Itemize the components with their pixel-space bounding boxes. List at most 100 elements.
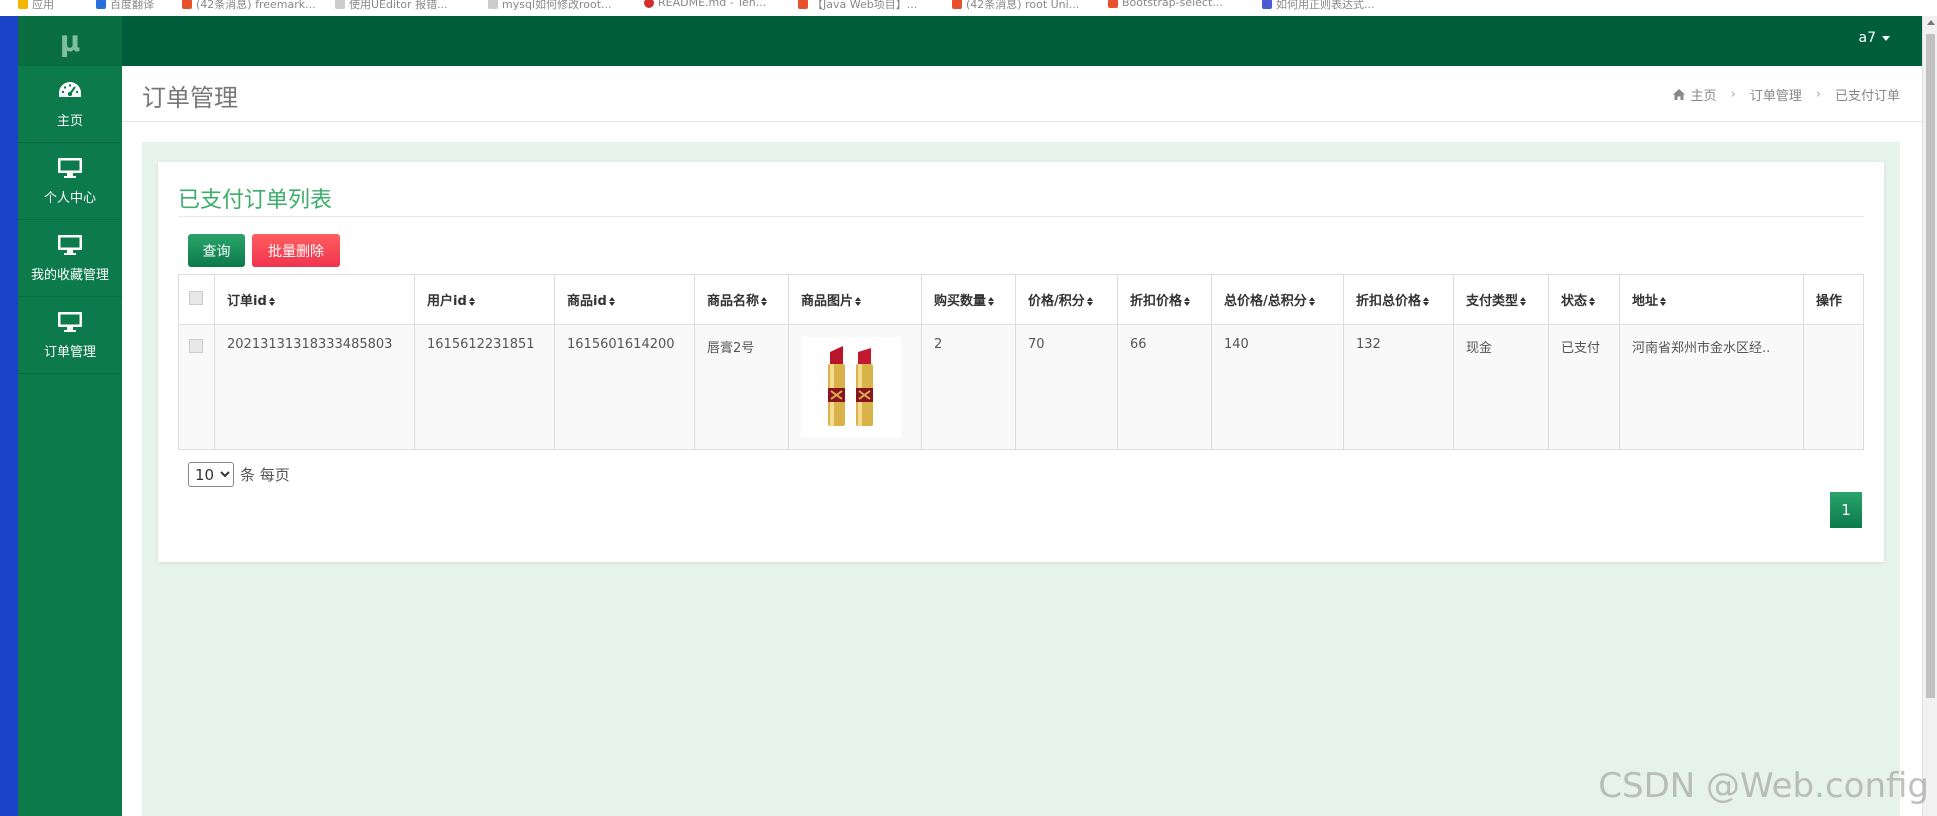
top-navbar: a7 — [122, 16, 1922, 66]
breadcrumb-home[interactable]: 主页 — [1691, 85, 1717, 104]
page-icon — [335, 0, 345, 9]
col-header-product-id[interactable]: 商品id — [554, 274, 695, 325]
col-header-discount-price[interactable]: 折扣价格 — [1117, 274, 1212, 325]
sidebar-item-orders[interactable]: 订单管理 — [18, 297, 122, 374]
translate-icon — [96, 0, 106, 9]
col-header-pay-type[interactable]: 支付类型 — [1453, 274, 1549, 325]
scroll-up-icon[interactable] — [1927, 20, 1935, 25]
sidebar-item-label: 个人中心 — [43, 190, 96, 206]
page-title: 订单管理 — [142, 84, 238, 112]
bookmark-item[interactable]: Bootstrap-select... — [1108, 0, 1223, 9]
sort-icon — [608, 297, 616, 306]
col-header-total-price[interactable]: 总价格/总积分 — [1211, 274, 1344, 325]
col-header-discount-total[interactable]: 折扣总价格 — [1343, 274, 1454, 325]
select-all-checkbox[interactable] — [189, 290, 203, 305]
query-button[interactable]: 查询 — [188, 234, 245, 267]
row-checkbox[interactable] — [189, 339, 203, 353]
caret-down-icon — [1882, 35, 1890, 41]
page-header: 订单管理 主页 › 订单管理 › 已支付订单 — [122, 66, 1922, 122]
sidebar-item-home[interactable]: 主页 — [18, 66, 122, 143]
breadcrumb-orders[interactable]: 订单管理 — [1750, 85, 1802, 104]
bookmark-item[interactable]: 如何用正则表达式... — [1262, 0, 1375, 12]
panel-title: 已支付订单列表 — [178, 188, 333, 213]
page-size-select[interactable]: 10 20 50 — [188, 462, 234, 487]
bookmark-item[interactable]: 百度翻译 — [96, 0, 154, 12]
cell-user-id: 1615612231851 — [414, 324, 555, 450]
col-header-product-name[interactable]: 商品名称 — [694, 274, 789, 325]
per-page-label: 条 每页 — [240, 466, 290, 484]
sidebar-item-label: 我的收藏管理 — [30, 267, 109, 283]
apps-icon — [18, 0, 28, 9]
col-header-price[interactable]: 价格/积分 — [1015, 274, 1118, 325]
product-image[interactable] — [801, 337, 901, 437]
chevron-right-icon: › — [1815, 87, 1821, 102]
bookmark-item[interactable]: (42条消息) root Uni... — [952, 0, 1079, 12]
sidebar-item-label: 订单管理 — [43, 344, 96, 360]
select-all-cell — [178, 274, 215, 325]
orders-table-wrapper: 订单id 用户id 商品id 商品名称 商品图片 购买数量 价格/积分 折扣价格… — [178, 274, 1864, 450]
col-header-quantity[interactable]: 购买数量 — [921, 274, 1016, 325]
col-header-user-id[interactable]: 用户id — [414, 274, 555, 325]
page-button-current[interactable]: 1 — [1830, 492, 1862, 528]
csdn-icon — [1108, 0, 1118, 8]
logo: μ — [18, 16, 122, 66]
bookmarks-bar: 应用 百度翻译 (42条消息) freemark... 使用UEditor 报错… — [0, 0, 1937, 16]
cell-quantity: 2 — [921, 324, 1016, 450]
divider — [178, 216, 1864, 217]
cell-status: 已支付 — [1548, 324, 1620, 450]
bookmark-item[interactable]: 使用UEditor 报错... — [335, 0, 448, 12]
monitor-icon — [58, 311, 82, 332]
batch-delete-button[interactable]: 批量删除 — [252, 234, 340, 267]
cell-product-id: 1615601614200 — [554, 324, 695, 450]
sort-icon — [1520, 297, 1527, 306]
sort-icon — [1589, 297, 1596, 306]
cell-pay-type: 现金 — [1453, 324, 1549, 450]
cell-actions — [1803, 324, 1864, 450]
cell-product-name: 唇膏2号 — [694, 324, 789, 450]
sort-icon — [1308, 297, 1316, 306]
sidebar: μ 主页 个人中心 我的收藏管理 订单管理 — [18, 16, 122, 816]
orders-table: 订单id 用户id 商品id 商品名称 商品图片 购买数量 价格/积分 折扣价格… — [178, 274, 1864, 450]
bookmark-item[interactable]: 【Java Web项目】... — [798, 0, 917, 12]
csdn-icon — [182, 0, 192, 9]
bookmark-item[interactable]: mysql如何修改root... — [488, 0, 612, 12]
left-edge-strip — [0, 16, 18, 816]
sort-icon — [268, 297, 276, 306]
sidebar-item-favorites[interactable]: 我的收藏管理 — [18, 220, 122, 297]
sort-icon — [855, 297, 862, 306]
cell-price: 70 — [1015, 324, 1118, 450]
cell-product-image — [788, 324, 922, 450]
col-header-product-image[interactable]: 商品图片 — [788, 274, 922, 325]
row-select-cell — [178, 324, 215, 450]
bookmark-item[interactable]: 应用 — [18, 0, 54, 12]
order-list-panel: 已支付订单列表 查询 批量删除 订单id 用户id 商品id 商品名称 商品图片… — [158, 162, 1884, 562]
sort-icon — [1184, 297, 1191, 306]
col-header-order-id[interactable]: 订单id — [214, 274, 415, 325]
scrollbar-thumb[interactable] — [1926, 34, 1935, 698]
sort-icon — [988, 297, 995, 306]
sidebar-item-profile[interactable]: 个人中心 — [18, 143, 122, 220]
main-content: 已支付订单列表 查询 批量删除 订单id 用户id 商品id 商品名称 商品图片… — [122, 122, 1922, 816]
bookmark-item[interactable]: README.md - Ten... — [644, 0, 766, 9]
table-row[interactable]: 20213131318333485803 1615612231851 16156… — [178, 324, 1864, 450]
watermark: CSDN @Web.config — [1598, 766, 1929, 806]
lipstick-image — [828, 346, 873, 426]
sidebar-item-label: 主页 — [56, 113, 83, 129]
baidu-icon — [1262, 0, 1272, 9]
sort-icon — [1660, 297, 1667, 306]
table-header-row: 订单id 用户id 商品id 商品名称 商品图片 购买数量 价格/积分 折扣价格… — [178, 274, 1864, 325]
csdn-icon — [952, 0, 962, 9]
sort-icon — [1423, 297, 1430, 306]
monitor-icon — [58, 157, 82, 178]
vertical-scrollbar[interactable] — [1922, 16, 1937, 816]
user-menu[interactable]: a7 — [1859, 30, 1890, 46]
col-header-status[interactable]: 状态 — [1548, 274, 1620, 325]
page-size-control: 10 20 50 条 每页 — [188, 462, 290, 487]
page-icon — [488, 0, 498, 9]
col-header-address[interactable]: 地址 — [1619, 274, 1804, 325]
cell-address: 河南省郑州市金水区经.. — [1619, 324, 1804, 450]
breadcrumb: 主页 › 订单管理 › 已支付订单 — [1672, 85, 1900, 104]
col-header-actions: 操作 — [1803, 274, 1864, 325]
chevron-right-icon: › — [1730, 87, 1736, 102]
bookmark-item[interactable]: (42条消息) freemark... — [182, 0, 316, 12]
